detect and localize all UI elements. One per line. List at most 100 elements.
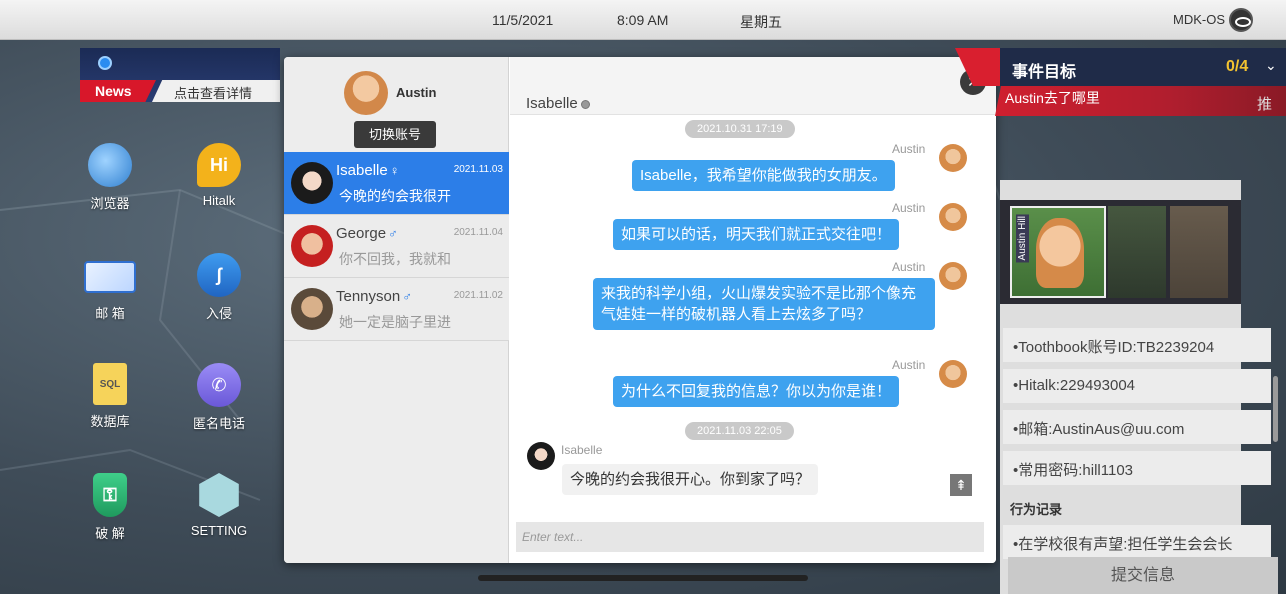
objective-panel: 事件目标 0/4 ⌄ Austin去了哪里 推理› Austin Hill — [955, 48, 1286, 594]
news-widget[interactable]: News 点击查看详情 — [80, 48, 280, 102]
news-globe-icon — [98, 56, 112, 70]
message-bubble: 今晚的约会我很开心。你到家了吗？ — [562, 464, 819, 495]
app-browser[interactable]: 浏览器 — [65, 143, 155, 212]
app-intrude[interactable]: ʃ 入侵 — [174, 253, 264, 322]
gender-female-icon: ♀ — [389, 163, 400, 178]
sql-file-icon: SQL — [93, 363, 127, 405]
home-indicator[interactable] — [478, 575, 808, 581]
contact-name-wrap: Isabelle ♀ — [336, 162, 399, 179]
objective-task[interactable]: Austin去了哪里 推理› — [995, 86, 1286, 116]
hook-icon: ʃ — [197, 253, 241, 297]
gender-male-icon: ♂ — [388, 226, 398, 241]
news-details-link[interactable]: 点击查看详情 — [152, 80, 280, 102]
avatar — [291, 225, 333, 267]
news-tag: News — [80, 80, 156, 102]
contact-date: 2021.11.04 — [453, 227, 503, 238]
phone-icon: ✆ — [197, 363, 241, 407]
avatar — [527, 442, 555, 470]
profile-card[interactable] — [1108, 206, 1166, 298]
chat-sidebar: Austin 切换账号 Isabelle ♀ 2021.11.03 今晚的约会我很… — [284, 57, 509, 563]
app-label: Hitalk — [202, 193, 236, 208]
contact-isabelle[interactable]: Isabelle ♀ 2021.11.03 今晚的约会我很开 — [284, 152, 509, 215]
gender-male-icon: ♂ — [402, 289, 412, 304]
mail-icon — [84, 261, 136, 293]
contact-name-wrap: Tennyson ♂ — [336, 288, 412, 305]
conversation-panel: Isabelle × 2021.10.31 17:19 Austin Isabe… — [510, 57, 996, 563]
status-weekday: 星期五 — [740, 14, 782, 30]
status-date: 11/5/2021 — [492, 12, 554, 28]
message-bubble: 如果可以的话，明天我们就正式交往吧！ — [613, 219, 900, 250]
sender-name: Austin — [892, 142, 926, 156]
timestamp: 2021.11.03 22:05 — [685, 422, 794, 440]
sender-name: Austin — [892, 358, 926, 372]
contact-date: 2021.11.03 — [453, 164, 503, 175]
contact-preview: 你不回我，我就和 — [339, 251, 451, 267]
sender-name: Isabelle — [561, 443, 603, 457]
info-hitalk[interactable]: •Hitalk:229493004 — [1003, 369, 1271, 403]
timestamp: 2021.10.31 17:19 — [685, 120, 795, 138]
objective-header[interactable]: 事件目标 0/4 ⌄ — [1000, 48, 1286, 86]
submit-info-button[interactable]: 提交信息 — [1008, 557, 1278, 594]
info-password[interactable]: •常用密码:hill1103 — [1003, 451, 1271, 485]
app-label: 邮 箱 — [95, 306, 125, 321]
conversation-header: Isabelle × — [510, 57, 996, 115]
hitalk-glyph: Hi — [210, 154, 228, 175]
shield-key-icon: ⚿ — [93, 473, 127, 517]
contact-list: Isabelle ♀ 2021.11.03 今晚的约会我很开 George ♂ 20… — [284, 152, 509, 341]
sql-glyph: SQL — [99, 378, 121, 390]
status-bar: 11/5/2021 8:09 AM 星期五 MDK-OS — [0, 0, 1286, 40]
app-anon-phone[interactable]: ✆ 匿名电话 — [174, 363, 264, 432]
app-hitalk[interactable]: Hi Hitalk — [174, 143, 264, 208]
contact-preview: 她一定是脑子里进 — [339, 314, 451, 330]
app-mail[interactable]: 邮 箱 — [65, 253, 155, 322]
conversation-contact-name: Isabelle — [526, 95, 578, 112]
current-user-name: Austin — [396, 85, 437, 100]
chevron-down-icon[interactable]: ⌄ — [1265, 57, 1277, 74]
globe-icon — [88, 143, 132, 187]
contact-name: Isabelle — [336, 162, 388, 179]
contact-tennyson[interactable]: Tennyson ♂ 2021.11.02 她一定是脑子里进 — [284, 278, 509, 341]
message-bubble: Isabelle，我希望你能做我的女朋友。 — [632, 160, 895, 191]
message-bubble: 来我的科学小组，火山爆发实验不是比那个像充气娃娃一样的破机器人看上去炫多了吗？ — [593, 278, 935, 330]
objective-title: 事件目标 — [1012, 64, 1077, 81]
profile-card[interactable] — [1170, 206, 1228, 298]
hi-chat-icon: Hi — [197, 143, 241, 187]
message-bubble: 为什么不回复我的信息？你以为你是谁！ — [613, 376, 900, 407]
os-name: MDK-OS — [1173, 12, 1225, 27]
info-email[interactable]: •邮箱:AustinAus@uu.com — [1003, 410, 1271, 444]
app-crack[interactable]: ⚿ 破 解 — [65, 473, 155, 542]
app-label: 浏览器 — [90, 196, 130, 211]
contact-name: George — [336, 225, 387, 242]
section-title-records: 行为记录 — [1010, 502, 1063, 517]
objective-red-tab — [955, 48, 1000, 86]
hexagon-gear-icon — [199, 473, 239, 517]
avatar — [291, 288, 333, 330]
app-label: 匿名电话 — [192, 416, 245, 431]
eye-logo-icon[interactable] — [1229, 8, 1253, 32]
app-label: 破 解 — [95, 526, 125, 541]
app-label: 入侵 — [205, 306, 232, 321]
scrollbar[interactable] — [1273, 376, 1278, 442]
reason-button[interactable]: 推理› — [1257, 93, 1286, 116]
profile-cards: Austin Hill — [1000, 200, 1241, 304]
sender-name: Austin — [892, 201, 926, 215]
current-user-avatar — [344, 71, 388, 115]
profile-card-austin[interactable]: Austin Hill — [1010, 206, 1106, 298]
app-label: 数据库 — [90, 414, 130, 429]
switch-account-button[interactable]: 切换账号 — [354, 121, 436, 148]
status-time: 8:09 AM — [617, 12, 669, 28]
message-input[interactable] — [516, 522, 984, 552]
app-setting[interactable]: SETTING — [174, 473, 264, 538]
portrait-image — [1036, 218, 1084, 288]
contact-date: 2021.11.02 — [453, 290, 503, 301]
record-item[interactable]: •在学校很有声望:担任学生会会长 — [1003, 525, 1271, 559]
task-text: Austin去了哪里 — [1005, 90, 1100, 106]
app-database[interactable]: SQL 数据库 — [65, 363, 155, 430]
info-toothbook-id[interactable]: •Toothbook账号ID:TB2239204 — [1003, 328, 1271, 362]
status-dot-icon — [580, 99, 590, 109]
contact-name: Tennyson — [336, 288, 401, 305]
avatar — [291, 162, 333, 204]
contact-george[interactable]: George ♂ 2021.11.04 你不回我，我就和 — [284, 215, 509, 278]
objective-count: 0/4 — [1226, 58, 1249, 75]
contact-preview: 今晚的约会我很开 — [339, 188, 451, 204]
